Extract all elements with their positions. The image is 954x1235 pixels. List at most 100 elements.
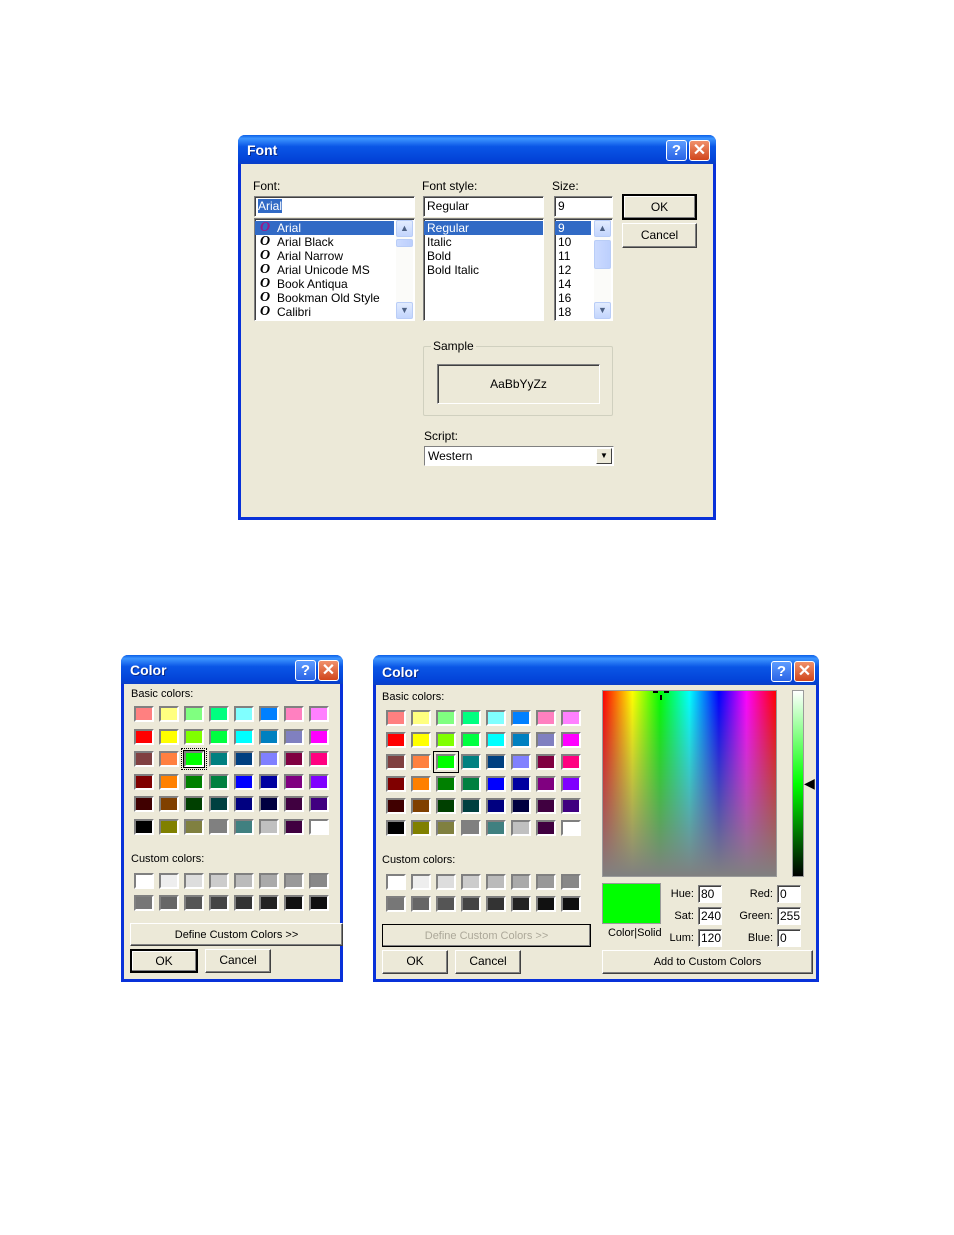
list-item[interactable]: Italic [424, 235, 543, 249]
color-swatch[interactable] [284, 895, 304, 911]
color-swatch[interactable] [209, 706, 229, 722]
ok-button[interactable]: OK [130, 949, 198, 973]
list-item[interactable]: 12 [555, 263, 591, 277]
color-swatch[interactable] [561, 896, 581, 912]
color-swatch[interactable] [461, 754, 481, 770]
color-swatch[interactable] [511, 896, 531, 912]
color-swatch[interactable] [511, 710, 531, 726]
add-to-custom-colors-button[interactable]: Add to Custom Colors [602, 950, 813, 974]
green-input[interactable]: 255 [777, 907, 801, 925]
color-swatch[interactable] [411, 732, 431, 748]
script-dropdown[interactable]: Western ▼ [424, 446, 614, 466]
color-swatch[interactable] [309, 895, 329, 911]
color-swatch[interactable] [411, 798, 431, 814]
color-swatch[interactable] [486, 798, 506, 814]
font-dialog-titlebar[interactable]: Font ? ✕ [238, 135, 716, 164]
color-swatch[interactable] [386, 874, 406, 890]
color-swatch[interactable] [159, 873, 179, 889]
scroll-up-button[interactable]: ▲ [396, 220, 413, 237]
color-dialog-titlebar[interactable]: Color ? ✕ [373, 655, 819, 685]
ok-button[interactable]: OK [622, 194, 697, 220]
color-swatch[interactable] [536, 820, 556, 836]
cancel-button[interactable]: Cancel [455, 950, 521, 974]
color-swatch[interactable] [234, 773, 254, 790]
list-item[interactable]: Bold Italic [424, 263, 543, 277]
color-swatch[interactable] [234, 895, 254, 911]
ok-button[interactable]: OK [382, 950, 448, 974]
color-swatch[interactable] [461, 776, 481, 792]
color-dialog-titlebar[interactable]: Color ? ✕ [121, 655, 343, 684]
color-swatch[interactable] [511, 820, 531, 836]
color-swatch[interactable] [234, 818, 254, 835]
color-swatch[interactable] [134, 773, 154, 790]
color-swatch[interactable] [486, 732, 506, 748]
scroll-down-button[interactable]: ▼ [594, 302, 611, 319]
luminance-slider[interactable] [792, 690, 804, 877]
hue-input[interactable]: 80 [698, 885, 722, 903]
color-swatch[interactable] [511, 874, 531, 890]
color-swatch[interactable] [411, 754, 431, 770]
color-swatch[interactable] [184, 773, 204, 790]
color-swatch[interactable] [436, 798, 456, 814]
color-swatch[interactable] [536, 896, 556, 912]
color-swatch[interactable] [461, 710, 481, 726]
list-item[interactable]: 9 [555, 221, 591, 235]
color-swatch[interactable] [536, 874, 556, 890]
color-swatch[interactable] [486, 820, 506, 836]
sat-input[interactable]: 240 [698, 907, 722, 925]
list-item[interactable]: 14 [555, 277, 591, 291]
color-swatch[interactable] [411, 896, 431, 912]
color-swatch[interactable] [511, 776, 531, 792]
color-swatch[interactable] [436, 874, 456, 890]
color-swatch[interactable] [411, 820, 431, 836]
list-item[interactable]: Regular [424, 221, 543, 235]
color-swatch[interactable] [284, 706, 304, 722]
color-swatch[interactable] [386, 732, 406, 748]
list-item[interactable]: O Calibri [255, 305, 394, 320]
cancel-button[interactable]: Cancel [205, 949, 271, 973]
color-swatch[interactable] [561, 732, 581, 748]
color-swatch[interactable] [181, 748, 207, 770]
color-swatch[interactable] [536, 798, 556, 814]
crosshair-cursor[interactable] [653, 691, 669, 701]
color-swatch[interactable] [259, 796, 279, 812]
color-swatch[interactable] [436, 776, 456, 792]
list-item[interactable]: O Arial Black [255, 235, 394, 250]
color-swatch[interactable] [436, 710, 456, 726]
color-swatch[interactable] [234, 873, 254, 889]
size-list-scrollbar[interactable]: ▲ ▼ [594, 220, 611, 319]
color-swatch[interactable] [561, 820, 581, 836]
color-swatch[interactable] [159, 818, 179, 835]
color-swatch[interactable] [259, 873, 279, 889]
color-swatch[interactable] [486, 710, 506, 726]
list-item[interactable]: 11 [555, 249, 591, 263]
color-swatch[interactable] [386, 798, 406, 814]
color-spectrum[interactable] [602, 690, 777, 877]
scroll-thumb[interactable] [594, 240, 611, 269]
color-swatch[interactable] [209, 873, 229, 889]
color-swatch[interactable] [284, 728, 304, 745]
color-swatch[interactable] [159, 706, 179, 722]
color-swatch[interactable] [486, 896, 506, 912]
color-swatch[interactable] [184, 873, 204, 889]
color-swatch[interactable] [386, 710, 406, 726]
color-swatch[interactable] [234, 751, 254, 767]
color-swatch[interactable] [436, 896, 456, 912]
color-swatch[interactable] [536, 776, 556, 792]
color-swatch[interactable] [284, 773, 304, 790]
color-swatch[interactable] [209, 796, 229, 812]
color-swatch[interactable] [159, 796, 179, 812]
color-swatch[interactable] [561, 710, 581, 726]
color-swatch[interactable] [309, 751, 329, 767]
size-input[interactable]: 9 [554, 196, 613, 217]
font-listbox[interactable]: O Arial O Arial Black O Arial Narrow O Arial Un… [254, 218, 415, 321]
list-item[interactable]: O Bookman Old Style [255, 291, 394, 306]
color-swatch[interactable] [561, 874, 581, 890]
list-item[interactable]: 16 [555, 291, 591, 305]
color-swatch[interactable] [134, 706, 154, 722]
color-swatch[interactable] [259, 895, 279, 911]
color-swatch[interactable] [511, 798, 531, 814]
help-button[interactable]: ? [666, 140, 687, 161]
color-swatch[interactable] [309, 818, 329, 835]
color-swatch[interactable] [536, 732, 556, 748]
